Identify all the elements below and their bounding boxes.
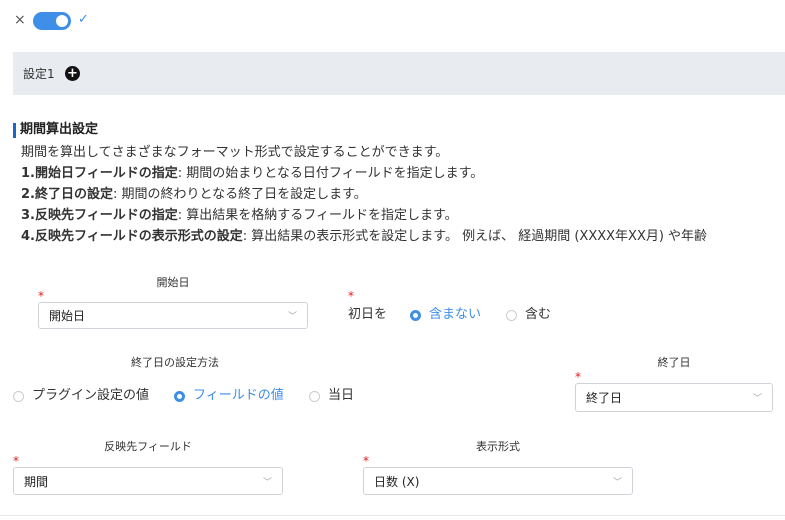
desc-item-4: 4.反映先フィールドの表示形式の設定: 算出結果の表示形式を設定します。 例えば… — [21, 227, 707, 246]
radio-dot — [174, 390, 185, 402]
end-date-value: 終了日 — [586, 391, 623, 405]
chevron-down-icon: ﹀ — [287, 312, 297, 322]
radio-dot — [309, 390, 320, 402]
close-icon[interactable]: × — [14, 9, 26, 31]
required-mark: * — [13, 454, 19, 468]
end-method-label: 終了日の設定方法 — [131, 356, 219, 369]
first-day-include-radio[interactable]: 含む — [506, 306, 551, 324]
first-day-exclude-radio[interactable]: 含まない — [410, 306, 481, 324]
end-date-label: 終了日 — [657, 356, 691, 369]
desc-item-label: 2.終了日の設定 — [21, 187, 113, 202]
start-date-value: 開始日 — [49, 309, 86, 323]
desc-item-label: 1.開始日フィールドの指定 — [21, 166, 178, 181]
desc-item-2: 2.終了日の設定: 期間の終わりとなる終了日を設定します。 — [21, 185, 367, 204]
check-icon: ✓ — [78, 12, 89, 27]
target-field-label: 反映先フィールド — [104, 440, 192, 453]
desc-item-label: 4.反映先フィールドの表示形式の設定 — [21, 229, 243, 244]
start-date-select[interactable]: 開始日 ﹀ — [38, 302, 308, 329]
end-method-field-radio[interactable]: フィールドの値 — [174, 387, 284, 405]
chevron-down-icon: ﹀ — [612, 477, 622, 488]
desc-item-text: : 算出結果の表示形式を設定します。 例えば、 経過期間 (XXXX年XX月) … — [242, 229, 708, 244]
required-mark: * — [575, 370, 581, 384]
chevron-down-icon: ﹀ — [262, 477, 272, 488]
target-field-value: 期間 — [24, 474, 49, 489]
radio-dot — [13, 390, 24, 402]
tab-setting-1[interactable]: 設定1 — [23, 66, 55, 82]
desc-item-text: : 算出結果を格納するフィールドを指定します。 — [177, 208, 458, 223]
settings-tab-bar — [13, 52, 785, 95]
required-mark: * — [348, 289, 354, 303]
section-title: 期間算出設定 — [20, 122, 99, 137]
end-method-today-radio[interactable]: 当日 — [309, 387, 354, 405]
radio-dot — [506, 309, 517, 321]
required-mark: * — [38, 289, 44, 303]
enable-toggle[interactable] — [33, 12, 71, 30]
target-field-select[interactable]: 期間 ﹀ — [13, 467, 283, 495]
radio-label: プラグイン設定の値 — [32, 388, 150, 403]
toggle-knob — [56, 15, 68, 27]
start-date-label: 開始日 — [156, 276, 190, 289]
display-format-label: 表示形式 — [476, 440, 520, 453]
display-format-value: 日数 (X) — [374, 474, 420, 489]
end-date-select[interactable]: 終了日 ﹀ — [575, 383, 773, 412]
title-accent-bar — [13, 123, 16, 138]
radio-label: 含む — [525, 307, 552, 322]
end-method-plugin-radio[interactable]: プラグイン設定の値 — [13, 387, 149, 405]
display-format-select[interactable]: 日数 (X) ﹀ — [363, 467, 633, 495]
desc-item-label: 3.反映先フィールドの指定 — [21, 208, 178, 223]
required-mark: * — [363, 454, 369, 468]
radio-label: 含まない — [429, 307, 482, 322]
divider — [0, 515, 785, 516]
radio-label: フィールドの値 — [193, 388, 284, 403]
radio-label: 当日 — [328, 388, 355, 403]
desc-item-text: : 期間の始まりとなる日付フィールドを指定します。 — [177, 166, 484, 181]
desc-item-3: 3.反映先フィールドの指定: 算出結果を格納するフィールドを指定します。 — [21, 206, 458, 225]
add-setting-icon[interactable]: + — [65, 66, 80, 81]
section-intro: 期間を算出してさまざまなフォーマット形式で設定することができます。 — [21, 145, 449, 160]
radio-dot — [410, 309, 421, 321]
chevron-down-icon: ﹀ — [752, 394, 762, 404]
desc-item-1: 1.開始日フィールドの指定: 期間の始まりとなる日付フィールドを指定します。 — [21, 164, 483, 183]
first-day-label: 初日を — [348, 307, 388, 322]
desc-item-text: : 期間の終わりとなる終了日を設定します。 — [112, 187, 367, 202]
